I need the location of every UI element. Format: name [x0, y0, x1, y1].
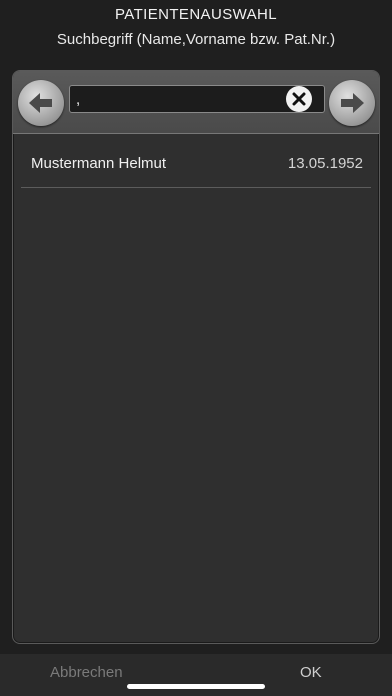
home-indicator[interactable] [127, 684, 265, 689]
footer-bar: Abbrechen OK [0, 654, 392, 696]
arrow-left-icon [29, 93, 52, 113]
clear-search-button[interactable] [286, 86, 312, 112]
page-title: PATIENTENAUSWAHL [115, 6, 277, 23]
search-bar [13, 71, 379, 134]
page-subtitle: Suchbegriff (Name,Vorname bzw. Pat.Nr.) [56, 31, 336, 48]
search-field [69, 85, 325, 113]
patient-row[interactable]: Mustermann Helmut 13.05.1952 [21, 141, 371, 188]
ok-button[interactable]: OK [300, 664, 322, 681]
patient-birthdate: 13.05.1952 [287, 155, 363, 172]
patient-selection-panel: Mustermann Helmut 13.05.1952 [12, 70, 380, 644]
search-input[interactable] [70, 86, 280, 112]
arrow-right-icon [341, 93, 364, 113]
cancel-button[interactable]: Abbrechen [50, 664, 123, 681]
patient-name: Mustermann Helmut [31, 155, 167, 172]
previous-button[interactable] [18, 80, 64, 126]
close-icon [292, 92, 306, 106]
next-button[interactable] [329, 80, 375, 126]
header: PATIENTENAUSWAHL Suchbegriff (Name,Vorna… [0, 0, 392, 70]
